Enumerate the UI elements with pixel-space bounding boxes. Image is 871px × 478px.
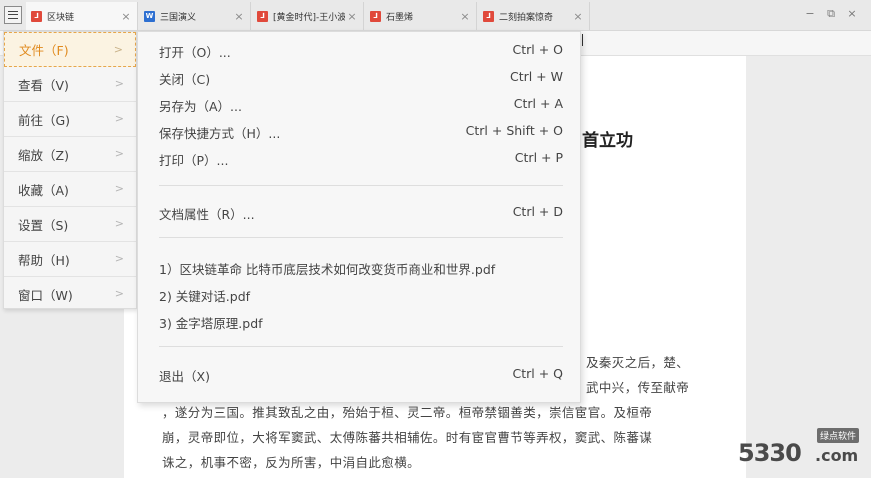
- shortcut-label: Ctrl + A: [513, 96, 563, 111]
- menu-item-save-shortcut[interactable]: 保存快捷方式（H）... Ctrl + Shift + O: [159, 123, 563, 142]
- tab-erke-pai-an[interactable]: ⅃ 二刻拍案惊奇 ×: [478, 2, 590, 30]
- chevron-right-icon: >: [114, 287, 124, 300]
- tab-close-icon[interactable]: ×: [458, 10, 472, 23]
- menu-item-go[interactable]: 前往（G) >: [4, 102, 136, 137]
- menu-item-label: 查看（V): [18, 77, 69, 93]
- tab-golden-age[interactable]: ⅃ [黄金时代]-王小波 ×: [252, 2, 364, 30]
- chevron-right-icon: >: [114, 77, 124, 90]
- menu-item-settings[interactable]: 设置（S) >: [4, 207, 136, 242]
- chevron-right-icon: >: [114, 182, 124, 195]
- menu-item-label: 窗口（W): [18, 288, 73, 303]
- main-menu: 文件（F) > 查看（V) > 前往（G) > 缩放（Z) > 收藏（A) > …: [3, 31, 137, 309]
- toolbar-separator: [582, 34, 583, 46]
- menu-item-favorites[interactable]: 收藏（A) >: [4, 172, 136, 207]
- document-text-line: 崩，灵帝即位，大将军窦武、太傅陈蕃共相辅佐。时有宦官曹节等弄权，窦武、陈蕃谋: [162, 430, 653, 445]
- tab-close-icon[interactable]: ×: [119, 10, 133, 23]
- menu-item-open[interactable]: 打开（O）... Ctrl + O: [159, 42, 563, 61]
- chevron-right-icon: >: [114, 252, 124, 265]
- menu-item-exit[interactable]: 退出（X) Ctrl + Q: [159, 366, 563, 385]
- shortcut-label: Ctrl + Q: [512, 366, 563, 381]
- menu-item-document-properties[interactable]: 文档属性（R）... Ctrl + D: [159, 204, 563, 223]
- site-watermark: 绿点软件 5330 .com: [738, 427, 871, 475]
- tab-bar: ⅃ 区块链 × W 三国演义 × ⅃ [黄金时代]-王小波 × ⅃ 石墨烯 × …: [0, 0, 871, 31]
- chevron-right-icon: >: [114, 112, 124, 125]
- chevron-right-icon: >: [114, 217, 124, 230]
- document-title: 首立功: [582, 131, 633, 151]
- document-text-line: 及秦灭之后，楚、: [586, 355, 690, 370]
- pdf-file-icon: ⅃: [31, 10, 42, 22]
- document-text-line: 诛之，机事不密，反为所害，中涓自此愈横。: [162, 455, 421, 470]
- menu-divider: [159, 237, 563, 238]
- menu-divider: [159, 346, 563, 347]
- pdf-file-icon: ⅃: [483, 10, 494, 22]
- pdf-file-icon: ⅃: [257, 10, 268, 22]
- menu-item-label: 文件（F): [19, 43, 69, 58]
- shortcut-label: Ctrl + P: [514, 150, 563, 165]
- window-close-icon[interactable]: ×: [845, 7, 859, 20]
- minimize-icon[interactable]: −: [803, 7, 817, 20]
- menu-item-label: 缩放（Z): [18, 147, 69, 163]
- tab-label: 区块链: [47, 12, 75, 23]
- menu-item-help[interactable]: 帮助（H) >: [4, 242, 136, 277]
- watermark-tag: 绿点软件: [817, 428, 860, 443]
- shortcut-label: Ctrl + D: [512, 204, 563, 219]
- word-file-icon: W: [144, 10, 155, 22]
- menu-item-file[interactable]: 文件（F) >: [4, 32, 136, 67]
- watermark-number: 5330: [738, 439, 802, 467]
- tab-close-icon[interactable]: ×: [345, 10, 359, 23]
- menu-item-close[interactable]: 关闭（C) Ctrl + W: [159, 69, 563, 88]
- recent-file-item[interactable]: 2) 关键对话.pdf: [159, 286, 563, 305]
- menu-item-print[interactable]: 打印（P）... Ctrl + P: [159, 150, 563, 169]
- recent-file-item[interactable]: 3) 金字塔原理.pdf: [159, 313, 563, 332]
- watermark-suffix: .com: [815, 446, 859, 465]
- tab-blockchain[interactable]: ⅃ 区块链 ×: [26, 2, 138, 30]
- chevron-right-icon: >: [114, 147, 124, 160]
- menu-item-window[interactable]: 窗口（W) >: [4, 277, 136, 312]
- menu-item-label: 前往（G): [18, 112, 71, 128]
- chevron-right-icon: >: [113, 43, 123, 56]
- tab-label: 石墨烯: [386, 12, 414, 23]
- main-menu-button[interactable]: [4, 6, 22, 24]
- menu-divider: [159, 185, 563, 186]
- document-text-line: 武中兴，传至献帝: [586, 380, 690, 395]
- document-text-line: ，遂分为三国。推其致乱之由，殆始于桓、灵二帝。桓帝禁锢善类，崇信宦官。及桓帝: [162, 405, 653, 420]
- shortcut-label: Ctrl + Shift + O: [465, 123, 563, 138]
- menu-item-label: 设置（S): [18, 217, 69, 233]
- menu-item-view[interactable]: 查看（V) >: [4, 67, 136, 102]
- recent-file-item[interactable]: 1）区块链革命 比特币底层技术如何改变货币商业和世界.pdf: [159, 259, 563, 278]
- menu-item-label: 收藏（A): [18, 182, 69, 198]
- menu-item-label: 帮助（H): [18, 252, 70, 268]
- restore-icon[interactable]: ⧉: [824, 7, 838, 21]
- tab-label: 三国演义: [160, 12, 197, 23]
- tab-three-kingdoms[interactable]: W 三国演义 ×: [139, 2, 251, 30]
- menu-item-save-as[interactable]: 另存为（A）... Ctrl + A: [159, 96, 563, 115]
- shortcut-label: Ctrl + W: [509, 69, 563, 84]
- tab-label: [黄金时代]-王小波: [273, 12, 345, 23]
- menu-item-zoom[interactable]: 缩放（Z) >: [4, 137, 136, 172]
- tab-graphene[interactable]: ⅃ 石墨烯 ×: [365, 2, 477, 30]
- hamburger-icon: [8, 11, 18, 19]
- file-submenu: 打开（O）... Ctrl + O 关闭（C) Ctrl + W 另存为（A）.…: [137, 31, 581, 403]
- tab-close-icon[interactable]: ×: [232, 10, 246, 23]
- shortcut-label: Ctrl + O: [512, 42, 563, 57]
- tab-label: 二刻拍案惊奇: [499, 12, 554, 23]
- pdf-file-icon: ⅃: [370, 10, 381, 22]
- tab-close-icon[interactable]: ×: [571, 10, 585, 23]
